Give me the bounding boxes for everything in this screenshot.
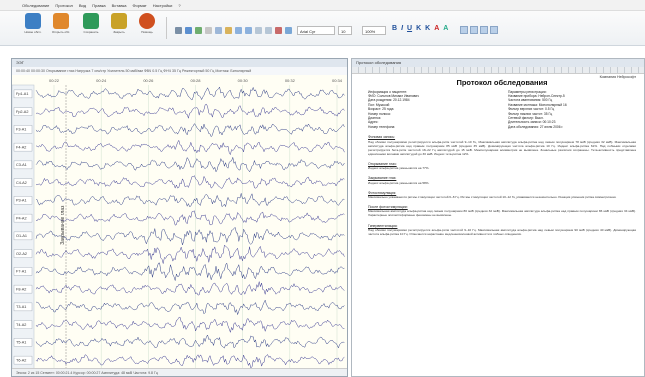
menu-item-edit[interactable]: Правка	[92, 3, 106, 8]
time-label: 00:26	[143, 78, 154, 83]
close-icon	[111, 13, 127, 29]
align-left-icon[interactable]	[460, 26, 468, 34]
channel-label: C4-A2	[16, 181, 27, 185]
copy-icon[interactable]	[215, 27, 222, 34]
channel-label: F8-A2	[16, 287, 26, 291]
time-label: 00:34	[332, 78, 343, 83]
channel-label: C3-A1	[16, 163, 27, 167]
help-icon	[139, 13, 155, 29]
eeg-panel-title: ЭЭГ	[12, 59, 347, 67]
horizontal-ruler[interactable]	[352, 67, 644, 74]
channel-label: Fp2-A2	[16, 110, 28, 114]
protocol-panel-title: Протокол обследования	[352, 59, 644, 67]
paste-icon[interactable]	[225, 27, 232, 34]
channel-label: Fp1-A1	[16, 92, 28, 96]
font-color-button[interactable]: A	[434, 25, 439, 32]
highlight-color-button[interactable]: A	[443, 25, 448, 32]
menu-bar: Обследование Протокол Вид Правка Вставка…	[0, 0, 645, 11]
channel-label: F7-A1	[16, 270, 26, 274]
protocol-panel: Протокол обследования Компания Нейрософт…	[351, 58, 645, 377]
superscript-button[interactable]: K	[425, 25, 430, 32]
menu-item-settings[interactable]: Настройки	[153, 3, 173, 8]
toolbar-separator	[166, 17, 167, 39]
font-size-select[interactable]: 10	[338, 26, 352, 35]
channel-label: T6-A2	[16, 358, 26, 362]
menu-item-protocol[interactable]: Протокол	[55, 3, 73, 8]
save-icon	[83, 13, 99, 29]
close-button[interactable]: Закрыть	[108, 13, 130, 43]
align-center-icon[interactable]	[470, 26, 478, 34]
patient-info: Информация о пациенте: ФИО: Сольнов Миха…	[368, 90, 496, 130]
strikethrough-button[interactable]: K	[416, 25, 421, 32]
redo-icon[interactable]	[245, 27, 252, 34]
insert-image-icon[interactable]	[285, 27, 292, 34]
channel-label: T3-A1	[16, 305, 26, 309]
section-text-background: Над обоими полушариями регистрируется ал…	[368, 139, 636, 156]
channel-label: P4-A2	[16, 216, 27, 220]
section-text-eyes-closed: Индекс альфа-ритма уменьшился на 58%.	[368, 180, 430, 185]
eeg-status-bar: Эпоха: 2 из 15 Сегмент: 00:00:21.4 Курсо…	[12, 368, 347, 376]
insert-object-icon[interactable]	[255, 27, 262, 34]
eeg-recording-parameters: 00:00:40 00:00:30 Открывание глаз Нагруз…	[12, 67, 347, 75]
section-text-eyes-open: Индекс альфа-ритма уменьшился на 77%.	[368, 166, 430, 171]
print-preview-icon[interactable]	[185, 27, 192, 34]
time-label: 00:28	[190, 78, 201, 83]
menu-item-format[interactable]: Формат	[133, 3, 147, 8]
application-window: Обследование Протокол Вид Правка Вставка…	[0, 0, 645, 377]
info-columns: Информация о пациенте: ФИО: Сольнов Миха…	[368, 90, 636, 130]
delete-icon[interactable]	[275, 27, 282, 34]
time-label: 00:24	[96, 78, 107, 83]
channel-label: O1-A1	[16, 234, 27, 238]
edit-tools-group	[175, 27, 292, 34]
menu-item-insert[interactable]: Вставка	[112, 3, 127, 8]
menu-item-view[interactable]: Вид	[79, 3, 86, 8]
underline-button[interactable]: U	[407, 25, 412, 32]
open-folder-icon	[53, 13, 69, 29]
zoom-select[interactable]: 100%	[362, 26, 386, 35]
channel-label: T4-A2	[16, 323, 26, 327]
time-label: 00:30	[238, 78, 249, 83]
section-text-after-photostimulation: Максимальная амплитуда альфа-ритма над л…	[368, 209, 636, 218]
menu-item-examination[interactable]: Обследование	[22, 3, 49, 8]
cut-icon[interactable]	[205, 27, 212, 34]
section-text-photostimulation: Максимально усваиваются ритмы стимуляции…	[368, 195, 617, 199]
undo-icon[interactable]	[235, 27, 242, 34]
find-icon[interactable]	[195, 27, 202, 34]
eeg-view-panel: ЭЭГ 00:00:40 00:00:30 Открывание глаз На…	[11, 58, 348, 377]
protocol-document[interactable]: Компания Нейрософт Протокол обследования…	[368, 75, 636, 236]
help-button[interactable]: Помощь	[136, 13, 158, 43]
menu-item-help[interactable]: ?	[178, 3, 180, 8]
channel-label: F4-A2	[16, 145, 26, 149]
save-button[interactable]: Сохранить	[80, 13, 102, 43]
channel-label: O2-A2	[16, 252, 27, 256]
document-title: Протокол обследования	[456, 78, 548, 88]
format-buttons: B I U K K A A	[392, 25, 448, 32]
section-text-hyperventilation: Над обоими полушариями регистрируется ал…	[368, 227, 636, 236]
print-icon[interactable]	[175, 27, 182, 34]
italic-button[interactable]: I	[401, 25, 403, 32]
new-examination-button[interactable]: Новое обсл.	[22, 13, 44, 43]
align-justify-icon[interactable]	[490, 26, 498, 34]
exam-date: Дата обследования: 27 июня 2006 г.	[508, 124, 564, 129]
patient-phone: Номер телефона:	[368, 124, 396, 129]
event-annotation[interactable]: Закрывание глаз	[60, 205, 66, 245]
time-label: 00:22	[49, 78, 60, 83]
bold-button[interactable]: B	[392, 25, 397, 32]
registration-params: Параметры регистрации: Название прибора:…	[508, 90, 636, 130]
open-examination-button[interactable]: Открыть обс.	[50, 13, 72, 43]
channel-label: P3-A1	[16, 199, 27, 203]
channel-label: T5-A1	[16, 341, 26, 345]
new-document-icon	[25, 13, 41, 29]
main-toolbar: Новое обсл. Открыть обс. Сохранить Закры…	[0, 11, 645, 46]
align-right-icon[interactable]	[480, 26, 488, 34]
insert-date-icon[interactable]	[265, 27, 272, 34]
alignment-buttons	[460, 26, 498, 34]
eeg-traces[interactable]: 00:22 00:24 00:26 00:28 00:30 00:32 00:34 Fp1-A…	[12, 75, 347, 369]
font-name-select[interactable]: Arial Cyr	[297, 26, 335, 35]
time-label: 00:32	[285, 78, 296, 83]
channel-label: F3-A1	[16, 128, 26, 132]
